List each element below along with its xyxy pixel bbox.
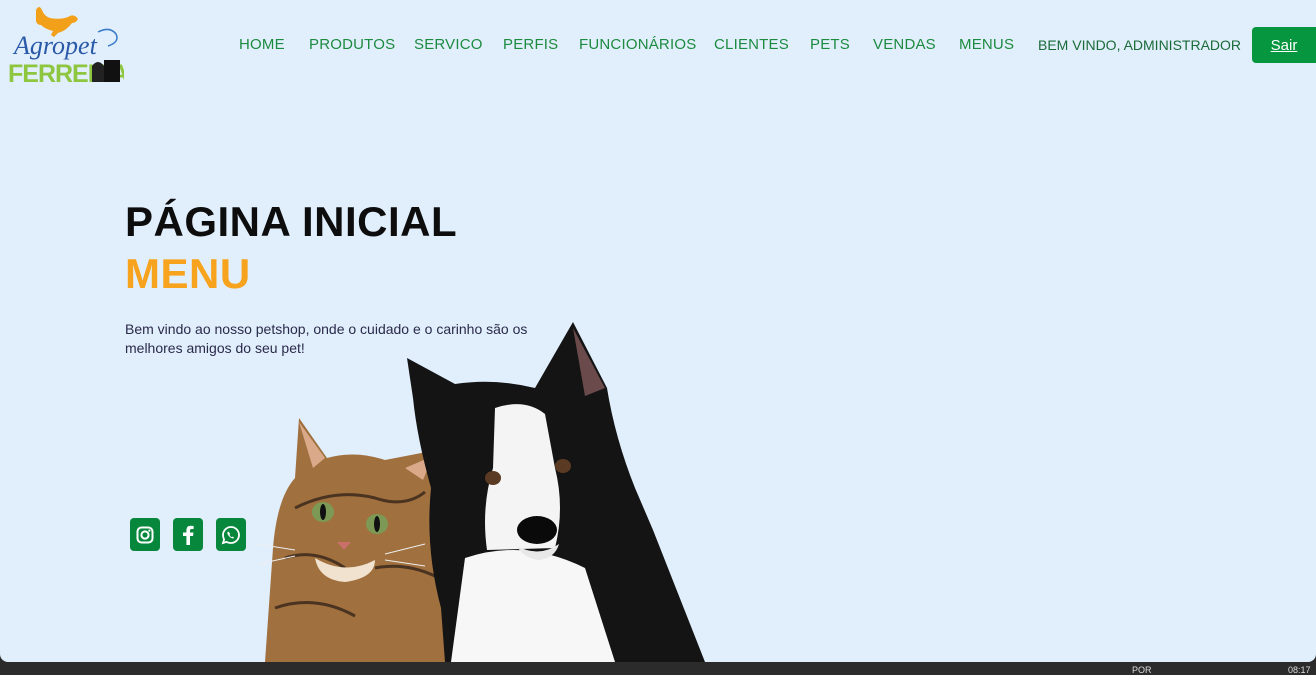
page-subtitle: MENU [125, 250, 251, 297]
taskbar-language[interactable]: POR [1132, 665, 1152, 675]
nav-home[interactable]: HOME [239, 36, 285, 53]
nav-menus[interactable]: MENUS [959, 36, 1014, 53]
whatsapp-button[interactable] [216, 518, 246, 551]
main-nav: HOME PRODUTOS SERVICO PERFIS FUNCIONÁRIO… [0, 0, 1316, 90]
facebook-button[interactable] [173, 518, 203, 551]
nav-perfis[interactable]: PERFIS [503, 36, 558, 53]
instagram-button[interactable] [130, 518, 160, 551]
social-links [130, 518, 246, 551]
welcome-text: BEM VINDO, ADMINISTRADOR [1038, 37, 1242, 53]
nav-clientes[interactable]: CLIENTES [714, 36, 789, 53]
nav-pets[interactable]: PETS [810, 36, 850, 53]
page-title: PÁGINA INICIAL [125, 198, 458, 245]
nav-funcionarios[interactable]: FUNCIONÁRIOS [579, 36, 696, 53]
page: Agropet FERREIRA HOME PRODUTOS SERVICO P… [0, 0, 1316, 662]
logout-button[interactable]: Sair [1252, 27, 1316, 63]
cat-and-dog-image [255, 318, 725, 662]
nav-vendas[interactable]: VENDAS [873, 36, 936, 53]
os-taskbar: POR 08:17 [0, 662, 1316, 675]
instagram-icon [136, 526, 154, 543]
nav-servico[interactable]: SERVICO [414, 36, 483, 53]
nav-produtos[interactable]: PRODUTOS [309, 36, 395, 53]
taskbar-clock[interactable]: 08:17 [1288, 665, 1311, 675]
whatsapp-icon [221, 525, 240, 544]
dog-illustration [407, 322, 705, 662]
facebook-icon [183, 525, 194, 545]
